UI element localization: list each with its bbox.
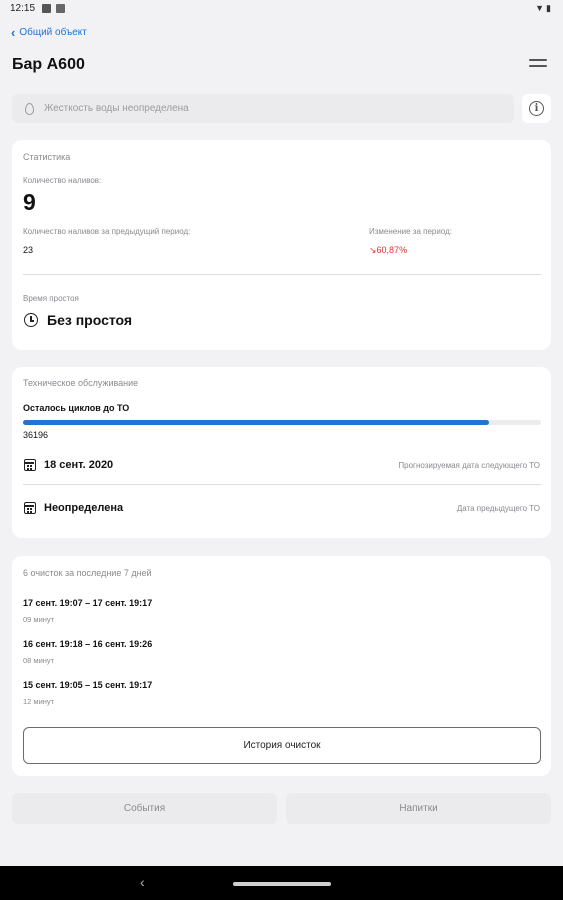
chevron-left-icon: ‹ xyxy=(11,24,16,40)
status-time: 12:15 xyxy=(10,3,36,14)
cleaning-range: 17 сент. 19:07 – 17 сент. 19:17 xyxy=(23,598,153,608)
previous-pours-label: Количество наливов за предыдущий период: xyxy=(23,227,191,236)
system-navigation-bar: ‹ xyxy=(0,866,563,900)
next-maintenance-label: Прогнозируемая дата следующего ТО xyxy=(398,461,540,470)
cycles-progress-bar xyxy=(23,420,541,425)
cleanings-title: 6 очисток за последние 7 дней xyxy=(23,568,152,578)
downtime-value: Без простоя xyxy=(47,312,133,328)
pours-label: Количество наливов: xyxy=(23,176,102,185)
change-value: ↘60,87% xyxy=(369,245,408,255)
previous-maintenance-label: Дата предыдущего ТО xyxy=(456,504,540,513)
calendar-icon xyxy=(24,502,36,514)
status-bar: 12:15 ▼▮ xyxy=(0,0,563,18)
clock-icon xyxy=(24,313,38,327)
back-link[interactable]: ‹ Общий объект xyxy=(11,24,87,40)
tab-events[interactable]: События xyxy=(12,793,277,824)
statistics-card: Статистика Количество наливов: 9 Количес… xyxy=(12,140,551,350)
maintenance-card: Техническое обслуживание Осталось циклов… xyxy=(12,367,551,538)
nav-back-icon[interactable]: ‹ xyxy=(140,874,145,890)
info-icon: i xyxy=(529,101,544,116)
downtime-label: Время простоя xyxy=(23,294,79,303)
divider xyxy=(23,484,541,485)
cleanings-card: 6 очисток за последние 7 дней 17 сент. 1… xyxy=(12,556,551,776)
water-drop-icon xyxy=(25,102,34,115)
next-maintenance-date: 18 сент. 2020 xyxy=(44,459,114,471)
photo-icon xyxy=(56,4,65,13)
cleaning-duration: 12 минут xyxy=(23,697,55,706)
cleaning-range: 16 сент. 19:18 – 16 сент. 19:26 xyxy=(23,639,153,649)
statistics-title: Статистика xyxy=(23,152,71,162)
cycles-progress-fill xyxy=(23,420,490,425)
cycles-value: 36196 xyxy=(23,430,49,440)
previous-pours-value: 23 xyxy=(23,245,34,255)
page-title: Бар А600 xyxy=(12,56,85,73)
cleaning-range: 15 сент. 19:05 – 15 сент. 19:17 xyxy=(23,680,153,690)
menu-icon[interactable] xyxy=(529,59,547,69)
back-label: Общий объект xyxy=(19,27,87,38)
cycles-label: Осталось циклов до ТО xyxy=(23,403,130,413)
tab-drinks[interactable]: Напитки xyxy=(286,793,551,824)
divider xyxy=(23,274,541,275)
wifi-battery-icons: ▼▮ xyxy=(535,3,553,13)
cleaning-duration: 08 минут xyxy=(23,656,55,665)
water-hardness-text: Жесткость воды неопределена xyxy=(44,103,189,114)
cleaning-history-button[interactable]: История очисток xyxy=(23,727,541,764)
info-button[interactable]: i xyxy=(522,94,551,123)
home-handle[interactable] xyxy=(233,882,331,886)
cleaning-duration: 09 минут xyxy=(23,615,55,624)
maintenance-title: Техническое обслуживание xyxy=(23,378,139,388)
previous-maintenance-date: Неопределена xyxy=(44,502,124,514)
change-label: Изменение за период: xyxy=(369,227,452,236)
pours-value: 9 xyxy=(23,189,36,215)
water-hardness-field[interactable]: Жесткость воды неопределена xyxy=(12,94,514,123)
notification-icon xyxy=(42,4,51,13)
calendar-icon xyxy=(24,459,36,471)
